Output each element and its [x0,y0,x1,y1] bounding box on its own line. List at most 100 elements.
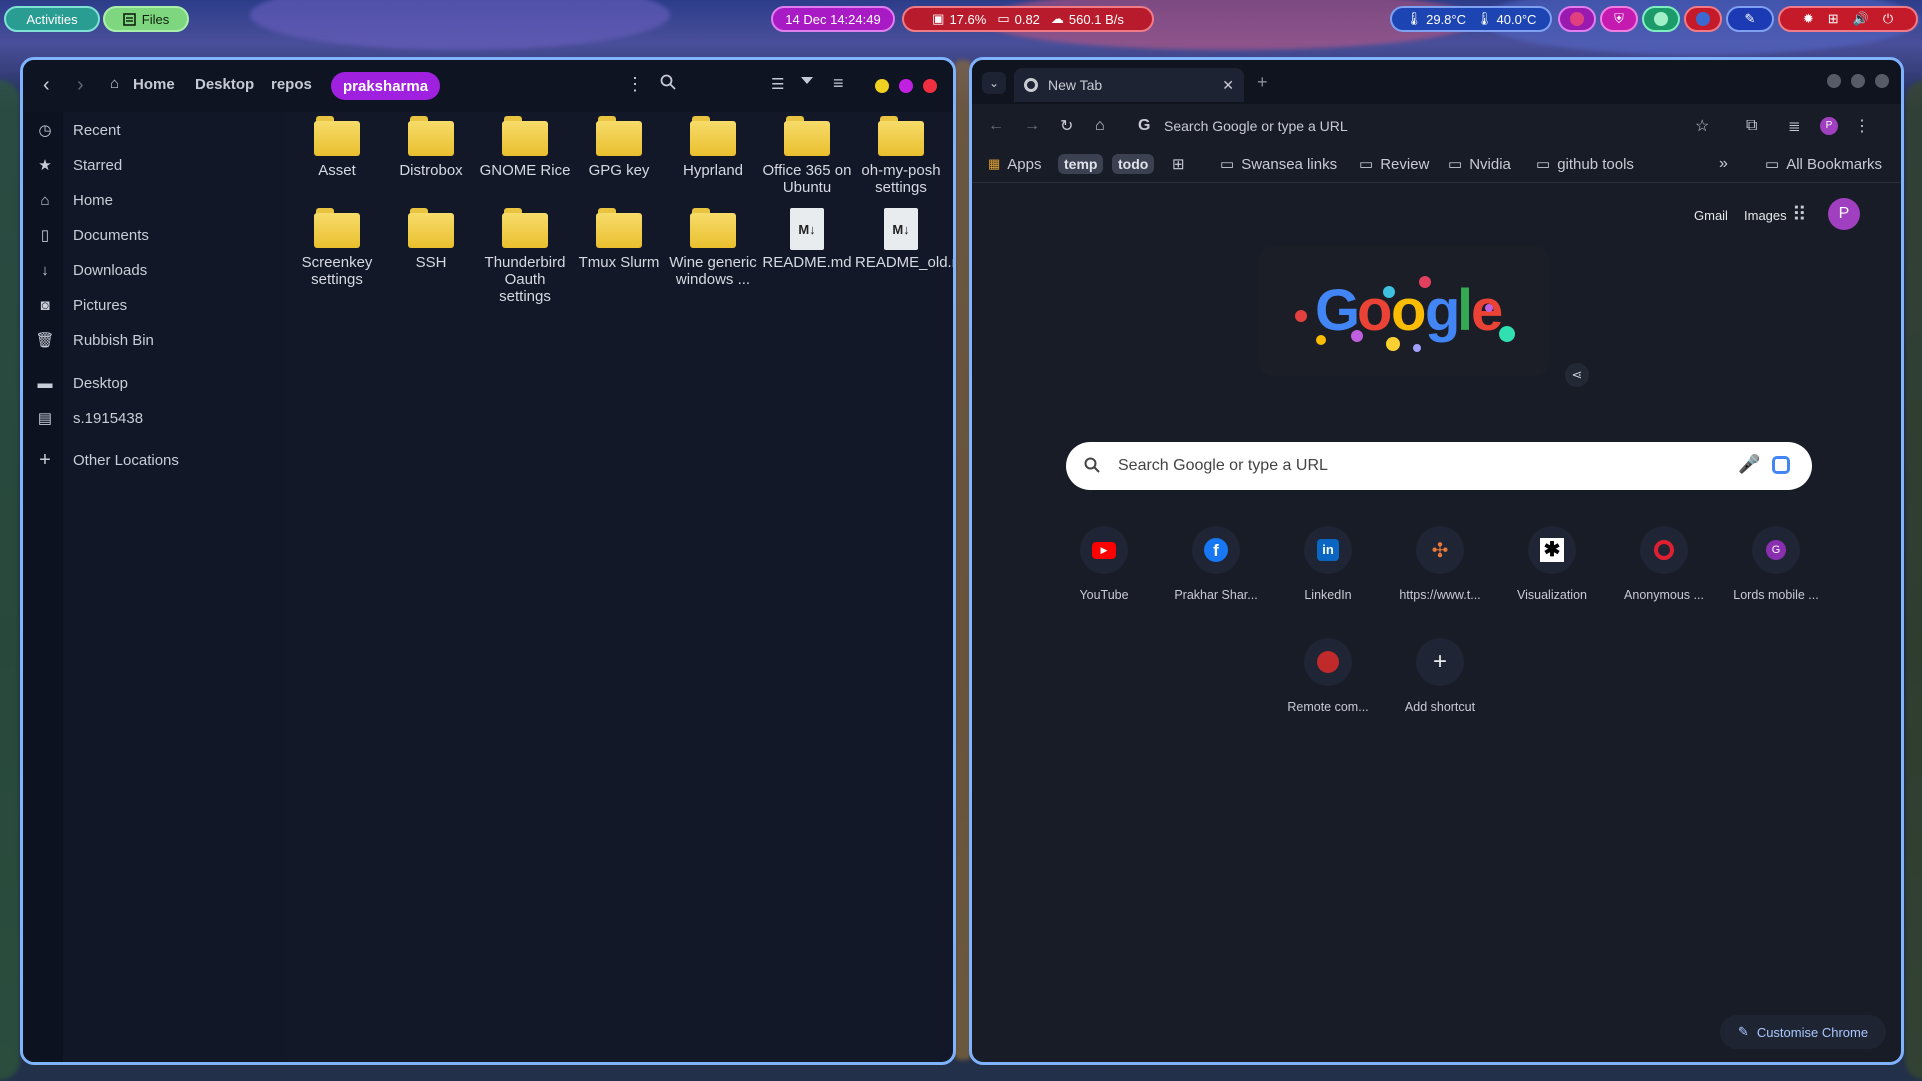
forward-arrow-icon[interactable]: → [1024,117,1040,135]
tray-app-3-icon[interactable] [1684,6,1722,32]
close-tab-icon[interactable]: ✕ [1222,77,1234,94]
file-label: oh-my-posh settings [861,162,941,196]
google-doodle[interactable]: G o o g l e [1259,246,1549,376]
bookmark-swansea[interactable]: ▭ Swansea links [1220,150,1337,178]
close-button[interactable] [923,79,937,93]
list-view-icon[interactable]: ☰ [771,75,784,93]
ntp-search-box[interactable]: Search Google or type a URL 🎤 [1066,442,1812,490]
system-monitor[interactable]: ▣ 17.6% ▭ 0.82 ☁ 560.1 B/s [902,6,1154,32]
sidebar-item-downloads[interactable]: ↓ Downloads [37,256,147,284]
shortcut-youtube[interactable]: ▶ YouTube [1052,526,1156,602]
share-icon[interactable]: ⋖ [1565,363,1589,387]
chrome-menu-icon[interactable]: ⋮ [1854,116,1870,136]
sidebar-item-starred[interactable]: ★ Starred [37,151,122,179]
sidebar-item-other-locations[interactable]: + Other Locations [37,446,179,474]
breadcrumb-praksharma[interactable]: praksharma [331,72,441,100]
window-minimize-button[interactable] [1827,74,1841,88]
shortcut-remote-com[interactable]: Remote com... [1276,638,1380,714]
back-icon[interactable]: ‹ [43,74,50,97]
bookmark-star-icon[interactable]: ☆ [1695,116,1709,136]
search-icon[interactable] [660,74,676,95]
window-maximize-button[interactable] [1851,74,1865,88]
bookmark-all[interactable]: ▭ All Bookmarks [1765,150,1882,178]
sidebar-item-pictures[interactable]: ◙ Pictures [37,291,127,319]
google-lens-icon[interactable] [1772,456,1790,474]
folder-wine[interactable]: Wine generic windows ... [667,208,759,288]
shortcut-visualization[interactable]: ✱ Visualization [1500,526,1604,602]
folder-gpg-key[interactable]: GPG key [573,116,665,179]
microphone-icon[interactable]: 🎤 [1738,454,1760,475]
shortcut-lords-mobile[interactable]: G Lords mobile ... [1724,526,1828,602]
bookmark-review[interactable]: ▭ Review [1359,150,1429,178]
folder-thunderbird[interactable]: Thunderbird Oauth settings [479,208,571,305]
tab-new-tab[interactable]: New Tab ✕ [1014,68,1244,102]
new-tab-plus-icon[interactable]: + [1257,72,1268,93]
bookmark-nvidia[interactable]: ▭ Nvidia [1448,150,1511,178]
omnibox[interactable]: Search Google or type a URL [1164,118,1348,134]
window-close-button[interactable] [1875,74,1889,88]
tray-app-1-icon[interactable] [1558,6,1596,32]
bookmark-temp[interactable]: temp [1058,150,1104,178]
sidebar-label: s.1915438 [73,409,144,427]
activities-button[interactable]: Activities [4,6,100,32]
folder-asset[interactable]: Asset [291,116,383,179]
file-readme-old[interactable]: M↓ README_old.md [855,208,953,271]
sidebar-item-rubbish[interactable]: 🗑 Rubbish Bin [35,326,153,354]
bookmarks-overflow-icon[interactable]: » [1719,150,1728,178]
maximize-button[interactable] [899,79,913,93]
folder-ssh[interactable]: SSH [385,208,477,271]
shortcut-anonymous[interactable]: Anonymous ... [1612,526,1716,602]
add-shortcut[interactable]: + Add shortcut [1388,638,1492,714]
folder-gnome-rice[interactable]: GNOME Rice [479,116,571,179]
breadcrumb-desktop[interactable]: Desktop [195,76,254,93]
temperature-widget[interactable]: 🌡 29.8°C 🌡 40.0°C [1390,6,1552,32]
sidebar-label: Downloads [73,261,148,279]
sidebar-item-drive[interactable]: ▤ s.1915438 [37,404,143,432]
gmail-link[interactable]: Gmail [1694,208,1728,223]
customise-chrome-button[interactable]: ✎ Customise Chrome [1720,1015,1886,1049]
google-apps-icon[interactable]: ⠿ [1792,202,1807,227]
system-menu[interactable]: ✹ ⊞ 🔊 ⏻ [1778,6,1918,32]
more-options-icon[interactable]: ⋮ [626,74,644,95]
bookmark-apps[interactable]: ▦ Apps [988,150,1042,178]
bookmark-github[interactable]: ▭ github tools [1536,150,1634,178]
sidebar-item-recent[interactable]: ◷ Recent [37,116,120,144]
svg-text:o: o [1391,278,1426,343]
minimize-button[interactable] [875,79,889,93]
clock[interactable]: 14 Dec 14:24:49 [771,6,895,32]
folder-distrobox[interactable]: Distrobox [385,116,477,179]
shortcut-linkedin[interactable]: in LinkedIn [1276,526,1380,602]
forward-icon[interactable]: › [77,74,84,97]
back-arrow-icon[interactable]: ← [988,117,1004,135]
profile-avatar[interactable]: P [1820,117,1838,135]
folder-office-365[interactable]: Office 365 on Ubuntu [761,116,853,196]
sidebar-item-desktop[interactable]: ▬ Desktop [37,369,129,397]
media-icon[interactable]: ≣ [1788,117,1801,135]
folder-hyprland[interactable]: Hyprland [667,116,759,179]
sidebar-item-home[interactable]: ⌂ Home [37,186,113,214]
tray-app-2-icon[interactable] [1642,6,1680,32]
folder-tmux-slurm[interactable]: Tmux Slurm [573,208,665,271]
view-options-chevron-down-icon[interactable] [801,77,813,84]
reload-icon[interactable]: ↻ [1060,116,1073,136]
sidebar-item-documents[interactable]: ▯ Documents [37,221,149,249]
bookmark-todo[interactable]: todo [1112,150,1155,178]
account-avatar[interactable]: P [1828,198,1860,230]
pen-icon[interactable]: ✎ [1726,6,1774,32]
breadcrumb-repos[interactable]: repos [271,76,312,93]
folder-screenkey[interactable]: Screenkey settings [291,208,383,288]
bookmark-grid-icon[interactable]: ⊞ [1172,150,1185,178]
home-icon[interactable]: ⌂ [1095,117,1105,135]
folder-oh-my-posh[interactable]: oh-my-posh settings [855,116,947,196]
files-app-button[interactable]: Files [103,6,189,32]
extensions-icon[interactable]: ⧉ [1746,117,1757,135]
breadcrumb-home[interactable]: Home [133,76,175,93]
shortcut-tableau[interactable]: ✣ https://www.t... [1388,526,1492,602]
shortcut-facebook[interactable]: f Prakhar Shar... [1164,526,1268,602]
file-label: Wine generic windows ... [669,254,757,288]
shield-icon[interactable]: ⛨ [1600,6,1638,32]
file-readme[interactable]: M↓ README.md [761,208,853,271]
tab-search-chevron-down-icon[interactable]: ⌄ [982,72,1006,94]
hamburger-menu-icon[interactable]: ≡ [833,73,844,94]
images-link[interactable]: Images [1744,208,1787,223]
